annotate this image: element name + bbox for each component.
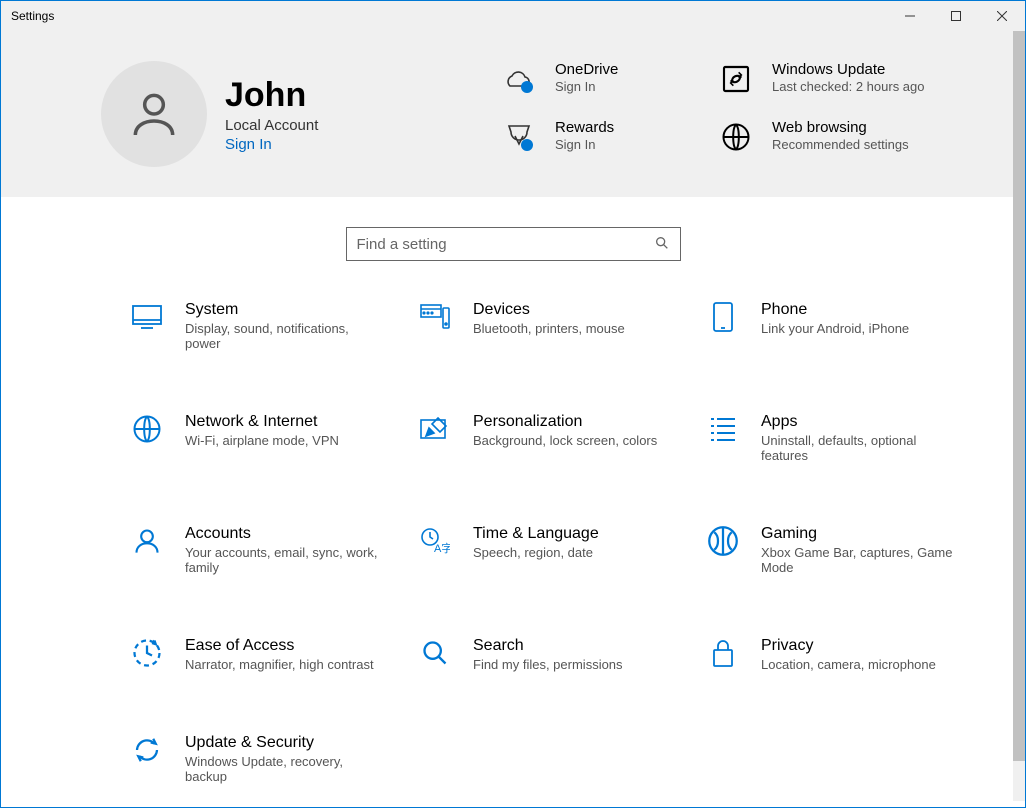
category-update-security[interactable]: Update & Security Windows Update, recove…	[131, 734, 389, 784]
summary-sub: Sign In	[555, 137, 614, 152]
search-area	[1, 197, 1025, 291]
summary-onedrive[interactable]: OneDrive Sign In	[501, 61, 708, 97]
category-network[interactable]: Network & Internet Wi-Fi, airplane mode,…	[131, 413, 389, 463]
category-title: Gaming	[761, 525, 961, 543]
category-sub: Bluetooth, printers, mouse	[473, 321, 625, 336]
rewards-icon	[501, 119, 537, 155]
summary-title: OneDrive	[555, 61, 618, 78]
category-sub: Your accounts, email, sync, work, family	[185, 545, 385, 575]
category-sub: Speech, region, date	[473, 545, 599, 560]
summary-windows-update[interactable]: Windows Update Last checked: 2 hours ago	[718, 61, 925, 97]
category-sub: Windows Update, recovery, backup	[185, 754, 385, 784]
update-icon	[718, 61, 754, 97]
category-time-language[interactable]: A字 Time & Language Speech, region, date	[419, 525, 677, 575]
onedrive-icon	[501, 61, 537, 97]
category-title: Search	[473, 637, 623, 655]
globe-icon	[718, 119, 754, 155]
category-sub: Uninstall, defaults, optional features	[761, 433, 961, 463]
category-sub: Xbox Game Bar, captures, Game Mode	[761, 545, 961, 575]
category-title: Phone	[761, 301, 909, 319]
summary-rewards[interactable]: Rewards Sign In	[501, 119, 708, 155]
category-title: Time & Language	[473, 525, 599, 543]
category-title: Devices	[473, 301, 625, 319]
summary-title: Rewards	[555, 119, 614, 136]
category-personalization[interactable]: Personalization Background, lock screen,…	[419, 413, 677, 463]
minimize-button[interactable]	[887, 1, 933, 31]
summary-title: Web browsing	[772, 119, 909, 136]
scrollbar-thumb[interactable]	[1013, 31, 1025, 761]
titlebar: Settings	[1, 1, 1025, 31]
search-input[interactable]	[357, 236, 654, 253]
profile-name: John	[225, 76, 318, 115]
category-ease-of-access[interactable]: Ease of Access Narrator, magnifier, high…	[131, 637, 389, 672]
header-panel: John Local Account Sign In OneDrive Sign…	[1, 31, 1025, 197]
summary-title: Windows Update	[772, 61, 925, 78]
phone-icon	[707, 301, 739, 333]
search-category-icon	[419, 637, 451, 669]
time-language-icon: A字	[419, 525, 451, 557]
svg-text:A字: A字	[434, 541, 450, 555]
category-sub: Narrator, magnifier, high contrast	[185, 657, 374, 672]
network-icon	[131, 413, 163, 445]
privacy-icon	[707, 637, 739, 669]
summary-sub: Last checked: 2 hours ago	[772, 79, 925, 94]
search-icon	[654, 235, 670, 254]
category-sub: Find my files, permissions	[473, 657, 623, 672]
close-button[interactable]	[979, 1, 1025, 31]
summary-sub: Sign In	[555, 79, 618, 94]
category-title: Update & Security	[185, 734, 385, 752]
summary-sub: Recommended settings	[772, 137, 909, 152]
update-security-icon	[131, 734, 163, 766]
category-title: Ease of Access	[185, 637, 374, 655]
devices-icon	[419, 301, 451, 333]
category-accounts[interactable]: Accounts Your accounts, email, sync, wor…	[131, 525, 389, 575]
category-title: Network & Internet	[185, 413, 339, 431]
category-sub: Link your Android, iPhone	[761, 321, 909, 336]
category-privacy[interactable]: Privacy Location, camera, microphone	[707, 637, 965, 672]
category-devices[interactable]: Devices Bluetooth, printers, mouse	[419, 301, 677, 351]
search-box[interactable]	[346, 227, 681, 261]
window-title: Settings	[11, 9, 54, 23]
category-title: System	[185, 301, 385, 319]
gaming-icon	[707, 525, 739, 557]
category-gaming[interactable]: Gaming Xbox Game Bar, captures, Game Mod…	[707, 525, 965, 575]
personalization-icon	[419, 413, 451, 445]
category-sub: Display, sound, notifications, power	[185, 321, 385, 351]
category-title: Personalization	[473, 413, 657, 431]
category-sub: Wi-Fi, airplane mode, VPN	[185, 433, 339, 448]
category-search[interactable]: Search Find my files, permissions	[419, 637, 677, 672]
profile-signin-link[interactable]: Sign In	[225, 136, 318, 153]
summary-web-browsing[interactable]: Web browsing Recommended settings	[718, 119, 925, 155]
ease-of-access-icon	[131, 637, 163, 669]
profile-block[interactable]: John Local Account Sign In	[101, 61, 461, 167]
category-title: Accounts	[185, 525, 385, 543]
categories-grid: System Display, sound, notifications, po…	[1, 291, 1025, 794]
category-sub: Background, lock screen, colors	[473, 433, 657, 448]
maximize-button[interactable]	[933, 1, 979, 31]
category-phone[interactable]: Phone Link your Android, iPhone	[707, 301, 965, 351]
apps-icon	[707, 413, 739, 445]
category-title: Apps	[761, 413, 961, 431]
scrollbar[interactable]	[1013, 31, 1025, 801]
profile-subtitle: Local Account	[225, 117, 318, 134]
accounts-icon	[131, 525, 163, 557]
system-icon	[131, 301, 163, 333]
category-apps[interactable]: Apps Uninstall, defaults, optional featu…	[707, 413, 965, 463]
category-title: Privacy	[761, 637, 936, 655]
category-sub: Location, camera, microphone	[761, 657, 936, 672]
category-system[interactable]: System Display, sound, notifications, po…	[131, 301, 389, 351]
avatar	[101, 61, 207, 167]
